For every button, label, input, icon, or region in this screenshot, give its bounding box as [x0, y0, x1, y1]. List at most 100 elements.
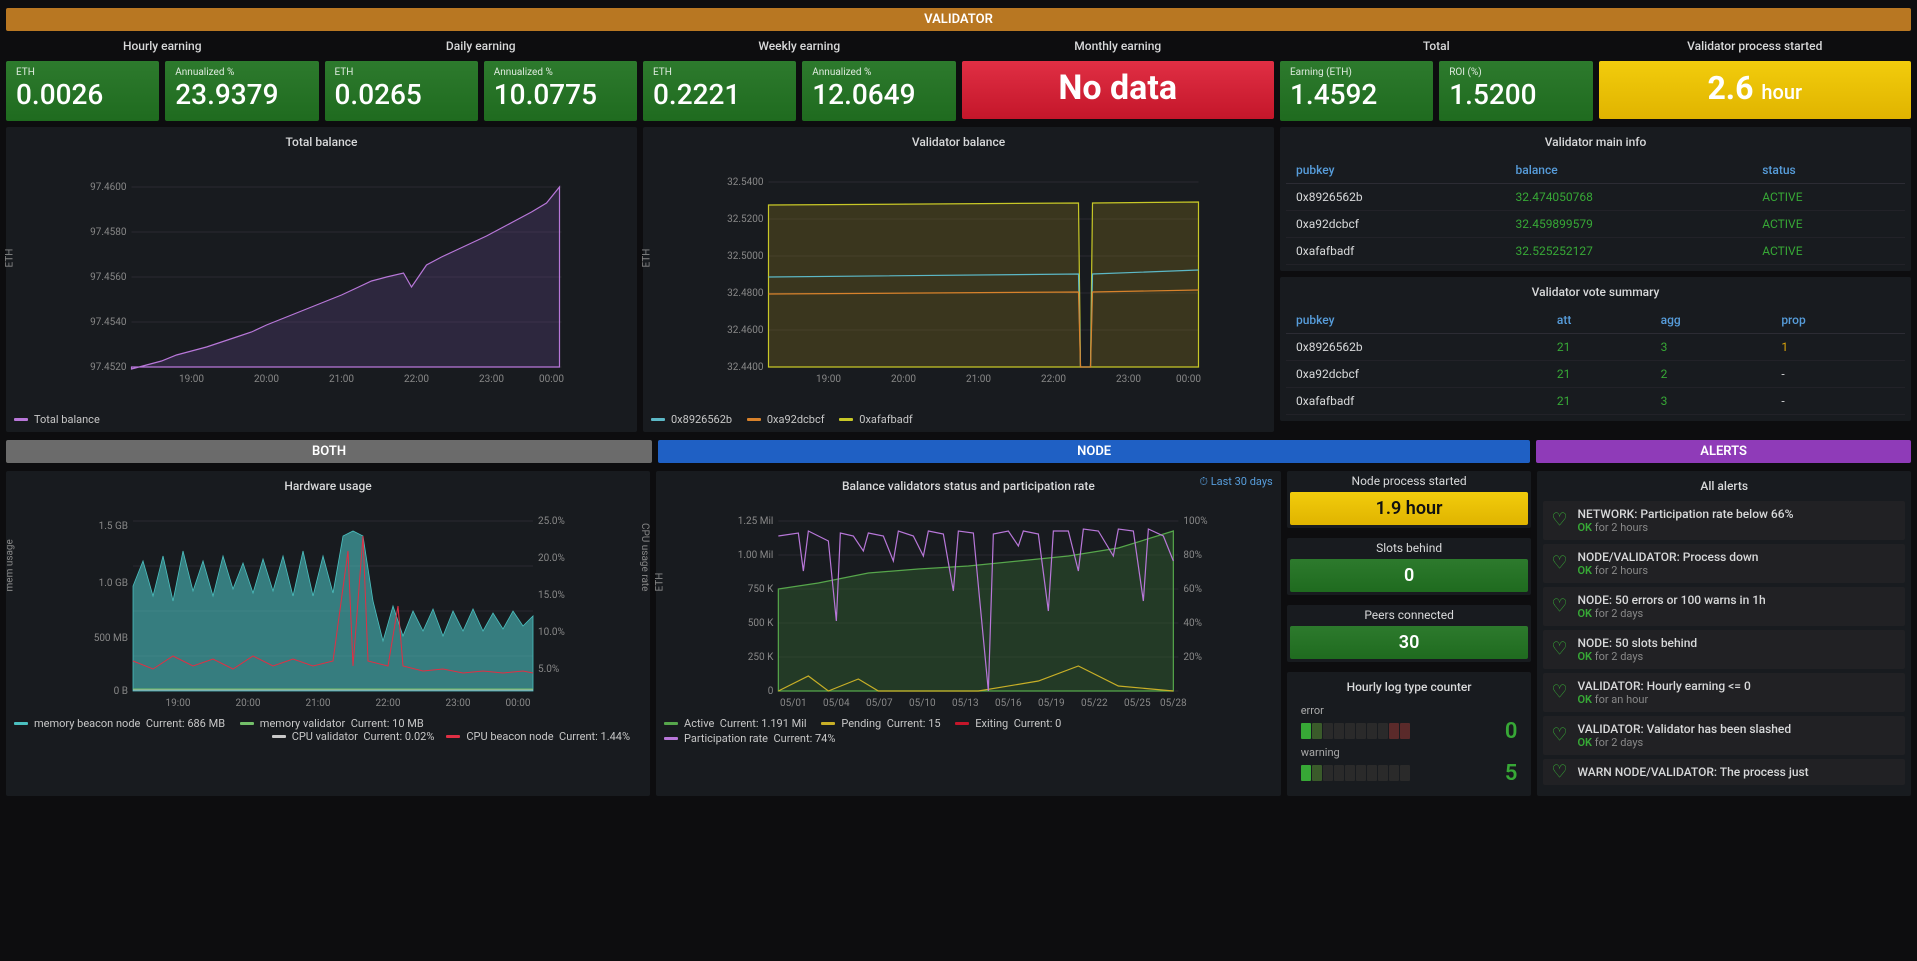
table-row[interactable]: 0xa92dcbcf32.459899579ACTIVE — [1286, 210, 1905, 237]
daily-eth-stat[interactable]: ETH 0.0265 — [325, 61, 478, 121]
svg-text:05/07: 05/07 — [866, 698, 893, 709]
alert-item[interactable]: ♡VALIDATOR: Validator has been slashedOK… — [1543, 716, 1905, 755]
validator-process-stat[interactable]: 2.6 hour — [1599, 61, 1912, 119]
total-balance-chart[interactable]: 97.4520 97.4540 97.4560 97.4580 97.4600 … — [12, 157, 631, 407]
table-row[interactable]: 0xafafbadf213- — [1286, 387, 1905, 414]
svg-text:32.4600: 32.4600 — [727, 325, 764, 336]
monthly-nodata-stat[interactable]: No data — [962, 61, 1275, 119]
daily-ann-stat[interactable]: Annualized % 10.0775 — [484, 61, 637, 121]
panel-hardware-usage[interactable]: Hardware usage mem usage CPU usage rate … — [6, 471, 650, 796]
panel-daily-earning: Daily earning ETH 0.0265 Annualized % 10… — [325, 35, 638, 121]
alert-item[interactable]: ♡VALIDATOR: Hourly earning <= 0OK for an… — [1543, 673, 1905, 712]
table-vote-summary: pubkey att agg prop 0x8926562b2131 0xa92… — [1286, 307, 1905, 415]
svg-text:60%: 60% — [1183, 584, 1202, 595]
col-balance[interactable]: balance — [1506, 157, 1753, 184]
panel-validator-balance[interactable]: Validator balance ETH 32.4400 32.4600 32… — [643, 127, 1274, 432]
section-header-both[interactable]: BOTH — [6, 440, 652, 463]
heart-icon: ♡ — [1551, 553, 1567, 574]
panel-total-balance[interactable]: Total balance ETH 97.4520 97.4540 97.456… — [6, 127, 637, 432]
svg-text:19:00: 19:00 — [179, 374, 204, 385]
time-range-link[interactable]: ⏱ Last 30 days — [1199, 475, 1272, 489]
hourly-eth-stat[interactable]: ETH 0.0026 — [6, 61, 159, 121]
panel-total: Total Earning (ETH) 1.4592 ROI (%) 1.520… — [1280, 35, 1593, 121]
svg-text:00:00: 00:00 — [539, 374, 564, 385]
table-row[interactable]: 0x8926562b32.474050768ACTIVE — [1286, 183, 1905, 210]
svg-text:05/10: 05/10 — [909, 698, 936, 709]
weekly-eth-stat[interactable]: ETH 0.2221 — [643, 61, 796, 121]
hourly-ann-stat[interactable]: Annualized % 23.9379 — [165, 61, 318, 121]
total-roi-stat[interactable]: ROI (%) 1.5200 — [1439, 61, 1592, 121]
table-main-info: pubkey balance status 0x8926562b32.47405… — [1286, 157, 1905, 265]
alert-item[interactable]: ♡NETWORK: Participation rate below 66%OK… — [1543, 501, 1905, 540]
section-header-node[interactable]: NODE — [658, 440, 1530, 463]
panel-validator-process: Validator process started 2.6 hour — [1599, 35, 1912, 121]
section-header-alerts[interactable]: ALERTS — [1536, 440, 1911, 463]
svg-text:80%: 80% — [1183, 550, 1202, 561]
svg-text:500 K: 500 K — [748, 618, 774, 629]
alert-item[interactable]: ♡NODE/VALIDATOR: Process downOK for 2 ho… — [1543, 544, 1905, 583]
alert-item[interactable]: ♡NODE: 50 slots behindOK for 2 days — [1543, 630, 1905, 669]
table-row[interactable]: 0xa92dcbcf212- — [1286, 360, 1905, 387]
svg-text:40%: 40% — [1183, 618, 1202, 629]
col-status[interactable]: status — [1752, 157, 1905, 184]
svg-text:00:00: 00:00 — [1176, 374, 1201, 385]
svg-text:22:00: 22:00 — [376, 698, 401, 709]
participation-chart[interactable]: 0 250 K 500 K 750 K 1.00 Mil 1.25 Mil 10… — [662, 501, 1275, 711]
svg-text:0: 0 — [768, 686, 774, 697]
panel-node-process[interactable]: Node process started 1.9 hour — [1287, 471, 1532, 528]
svg-text:05/28: 05/28 — [1160, 698, 1187, 709]
svg-text:23:00: 23:00 — [1116, 374, 1141, 385]
validator-balance-chart[interactable]: 32.4400 32.4600 32.4800 32.5000 32.5200 … — [649, 157, 1268, 407]
weekly-ann-stat[interactable]: Annualized % 12.0649 — [802, 61, 955, 121]
svg-text:20:00: 20:00 — [254, 374, 279, 385]
panel-log-counter[interactable]: Hourly log type counter error 0 warning … — [1287, 672, 1532, 796]
svg-text:20.0%: 20.0% — [538, 553, 565, 564]
svg-text:97.4520: 97.4520 — [90, 362, 127, 373]
svg-text:500 MB: 500 MB — [94, 633, 128, 644]
col-pubkey[interactable]: pubkey — [1286, 157, 1506, 184]
total-eth-stat[interactable]: Earning (ETH) 1.4592 — [1280, 61, 1433, 121]
svg-text:05/19: 05/19 — [1038, 698, 1065, 709]
svg-text:05/22: 05/22 — [1081, 698, 1108, 709]
svg-text:19:00: 19:00 — [166, 698, 191, 709]
panel-participation[interactable]: Balance validators status and participat… — [656, 471, 1281, 796]
heart-icon: ♡ — [1551, 725, 1567, 746]
svg-text:05/13: 05/13 — [952, 698, 979, 709]
panel-peers[interactable]: Peers connected 30 — [1287, 605, 1532, 662]
svg-text:250 K: 250 K — [748, 652, 774, 663]
heart-icon: ♡ — [1551, 639, 1567, 660]
svg-text:32.5000: 32.5000 — [727, 251, 764, 262]
section-header-validator[interactable]: VALIDATOR — [6, 8, 1911, 31]
svg-text:05/25: 05/25 — [1124, 698, 1151, 709]
svg-text:15.0%: 15.0% — [538, 590, 565, 601]
svg-text:00:00: 00:00 — [506, 698, 531, 709]
svg-text:21:00: 21:00 — [329, 374, 354, 385]
hardware-chart[interactable]: 0 B 500 MB 1.0 GB 1.5 GB 25.0% 20.0% 15.… — [12, 501, 644, 711]
heart-icon: ♡ — [1551, 510, 1567, 531]
svg-text:05/01: 05/01 — [780, 698, 807, 709]
svg-text:21:00: 21:00 — [966, 374, 991, 385]
panel-monthly-earning: Monthly earning No data — [962, 35, 1275, 121]
alert-item[interactable]: ♡WARN NODE/VALIDATOR: The process just — [1543, 759, 1905, 785]
svg-text:05/16: 05/16 — [995, 698, 1022, 709]
svg-text:32.5200: 32.5200 — [727, 214, 764, 225]
svg-text:10.0%: 10.0% — [538, 627, 565, 638]
table-row[interactable]: 0xafafbadf32.525252127ACTIVE — [1286, 237, 1905, 264]
heart-icon: ♡ — [1551, 761, 1567, 782]
panel-weekly-earning: Weekly earning ETH 0.2221 Annualized % 1… — [643, 35, 956, 121]
panel-slots-behind[interactable]: Slots behind 0 — [1287, 538, 1532, 595]
panel-vote-summary[interactable]: Validator vote summary pubkey att agg pr… — [1280, 277, 1911, 421]
svg-text:1.0 GB: 1.0 GB — [99, 578, 128, 589]
svg-text:20:00: 20:00 — [236, 698, 261, 709]
alert-item[interactable]: ♡NODE: 50 errors or 100 warns in 1hOK fo… — [1543, 587, 1905, 626]
svg-text:23:00: 23:00 — [446, 698, 471, 709]
svg-text:1.00 Mil: 1.00 Mil — [738, 550, 774, 561]
panel-alerts[interactable]: All alerts ♡NETWORK: Participation rate … — [1537, 471, 1911, 796]
svg-text:1.25 Mil: 1.25 Mil — [738, 516, 774, 527]
svg-text:32.4800: 32.4800 — [727, 288, 764, 299]
svg-text:97.4580: 97.4580 — [90, 227, 127, 238]
table-row[interactable]: 0x8926562b2131 — [1286, 333, 1905, 360]
svg-text:100%: 100% — [1183, 516, 1207, 527]
svg-text:0 B: 0 B — [114, 686, 128, 697]
panel-main-info[interactable]: Validator main info pubkey balance statu… — [1280, 127, 1911, 271]
